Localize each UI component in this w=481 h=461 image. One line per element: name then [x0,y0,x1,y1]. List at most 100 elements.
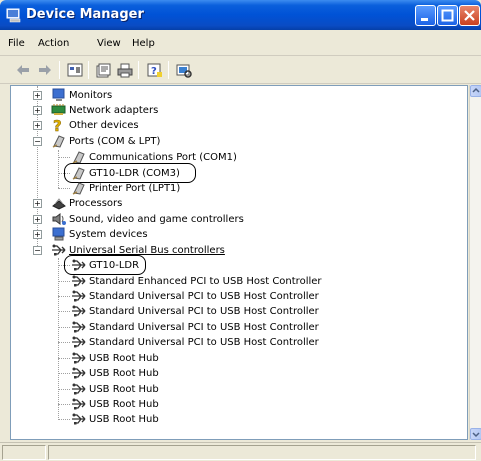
tree-line [58,281,70,282]
gt10-com3-highlight [64,163,196,183]
tree-item-ports[interactable]: − Ports (COM & LPT) [11,134,451,149]
tree-item-label: USB Root Hub [89,384,159,395]
menu-action[interactable]: Action [38,38,69,49]
tree-line [58,157,70,158]
scan-hardware-button[interactable] [175,62,193,78]
tree-line [58,373,70,374]
tree-item-usb-root-hub[interactable]: USB Root Hub [11,412,451,427]
collapse-button[interactable]: − [33,137,42,146]
sound-icon [52,213,66,225]
tree-item-label: Monitors [69,90,113,101]
collapse-button[interactable]: − [33,246,42,255]
menu-help[interactable]: Help [132,38,155,49]
tree-item-usb-host-controller[interactable]: Standard Universal PCI to USB Host Contr… [11,289,451,304]
menu-bar: File Action View Help [0,32,481,56]
expand-button[interactable]: + [33,199,42,208]
close-icon [464,10,475,21]
status-cell [2,445,46,460]
tree-item-other-devices[interactable]: + ? Other devices [11,118,451,133]
properties-icon [96,63,111,77]
device-view-icon [67,63,83,77]
status-cell [48,445,476,460]
usb-icon [72,321,86,333]
tree-item-monitors[interactable]: + Monitors [11,88,451,103]
usb-icon [72,336,86,348]
scroll-down-button[interactable] [470,428,481,440]
tree-line [58,404,70,405]
menu-file[interactable]: File [8,38,25,49]
expand-button[interactable]: + [33,121,42,130]
port-icon [72,151,85,164]
processor-icon [52,198,66,210]
expand-button[interactable]: + [33,91,42,100]
network-adapter-icon [51,104,66,115]
forward-button[interactable] [36,62,54,78]
tree-item-system-devices[interactable]: + System devices [11,227,451,242]
tree-item-usb-host-controller[interactable]: Standard Universal PCI to USB Host Contr… [11,320,451,335]
status-bar [0,442,481,461]
minimize-icon [421,18,428,21]
expand-button[interactable]: + [33,106,42,115]
tree-item-usb-root-hub[interactable]: USB Root Hub [11,382,451,397]
tree-item-usb-root-hub[interactable]: USB Root Hub [11,351,451,366]
device-tree[interactable]: + Monitors + Network adapters + ? Other … [10,85,468,440]
tree-item-label: Processors [69,198,123,209]
usb-icon [72,383,86,395]
print-icon [117,63,133,77]
system-device-icon [52,227,65,241]
toolbar-separator [138,61,139,79]
tree-item-label: Standard Universal PCI to USB Host Contr… [89,306,319,317]
maximize-button[interactable] [437,5,458,26]
tree-item-label: Standard Universal PCI to USB Host Contr… [89,337,319,348]
title-bar[interactable]: Device Manager [0,0,481,30]
monitor-icon [52,88,65,101]
tree-item-label: USB Root Hub [89,399,159,410]
tree-item-lpt1[interactable]: Printer Port (LPT1) [11,181,451,196]
tree-line [58,327,70,328]
toolbar: ? [0,57,481,84]
scroll-up-button[interactable] [470,85,481,97]
tree-item-label: System devices [69,229,148,240]
vertical-scrollbar[interactable] [469,85,481,440]
back-button[interactable] [14,62,32,78]
tree-item-usb-host-controller[interactable]: Standard Universal PCI to USB Host Contr… [11,304,451,319]
tree-item-processors[interactable]: + Processors [11,196,451,211]
properties-button[interactable] [94,62,112,78]
device-view-button[interactable] [66,62,84,78]
gt10-ldr-highlight [64,255,146,275]
tree-item-network-adapters[interactable]: + Network adapters [11,103,451,118]
close-button[interactable] [459,5,480,26]
tree-line [58,358,70,359]
usb-icon [72,367,86,379]
minimize-button[interactable] [415,5,436,26]
tree-item-label: Sound, video and game controllers [69,214,244,225]
tree-item-usb-host-controller[interactable]: Standard Enhanced PCI to USB Host Contro… [11,274,451,289]
chevron-up-icon [472,87,480,93]
tree-item-usb-host-controller[interactable]: Standard Universal PCI to USB Host Contr… [11,335,451,350]
scan-hardware-icon [176,64,192,78]
tree-item-label: Printer Port (LPT1) [89,183,181,194]
svg-text:?: ? [53,118,62,132]
expand-button[interactable]: + [33,215,42,224]
usb-icon [72,413,86,425]
tree-line [58,296,70,297]
expand-button[interactable]: + [33,230,42,239]
tree-item-label: USB Root Hub [89,368,159,379]
question-device-icon: ? [53,118,62,132]
chevron-down-icon [472,432,480,438]
tree-item-sound[interactable]: + Sound, video and game controllers [11,212,451,227]
tree-item-label: USB Root Hub [89,353,159,364]
help-icon: ? [147,63,162,77]
tree-item-usb-root-hub[interactable]: USB Root Hub [11,366,451,381]
toolbar-separator [168,61,169,79]
tree-item-usb-root-hub[interactable]: USB Root Hub [11,397,451,412]
port-icon [52,135,65,148]
tree-line [58,342,70,343]
menu-view[interactable]: View [97,38,121,49]
tree-item-label: Other devices [69,120,139,131]
help-button[interactable]: ? [146,62,164,78]
tree-item-label: Standard Universal PCI to USB Host Contr… [89,322,319,333]
back-arrow-icon [17,65,29,75]
tree-item-label: Standard Universal PCI to USB Host Contr… [89,291,319,302]
print-button[interactable] [116,62,134,78]
